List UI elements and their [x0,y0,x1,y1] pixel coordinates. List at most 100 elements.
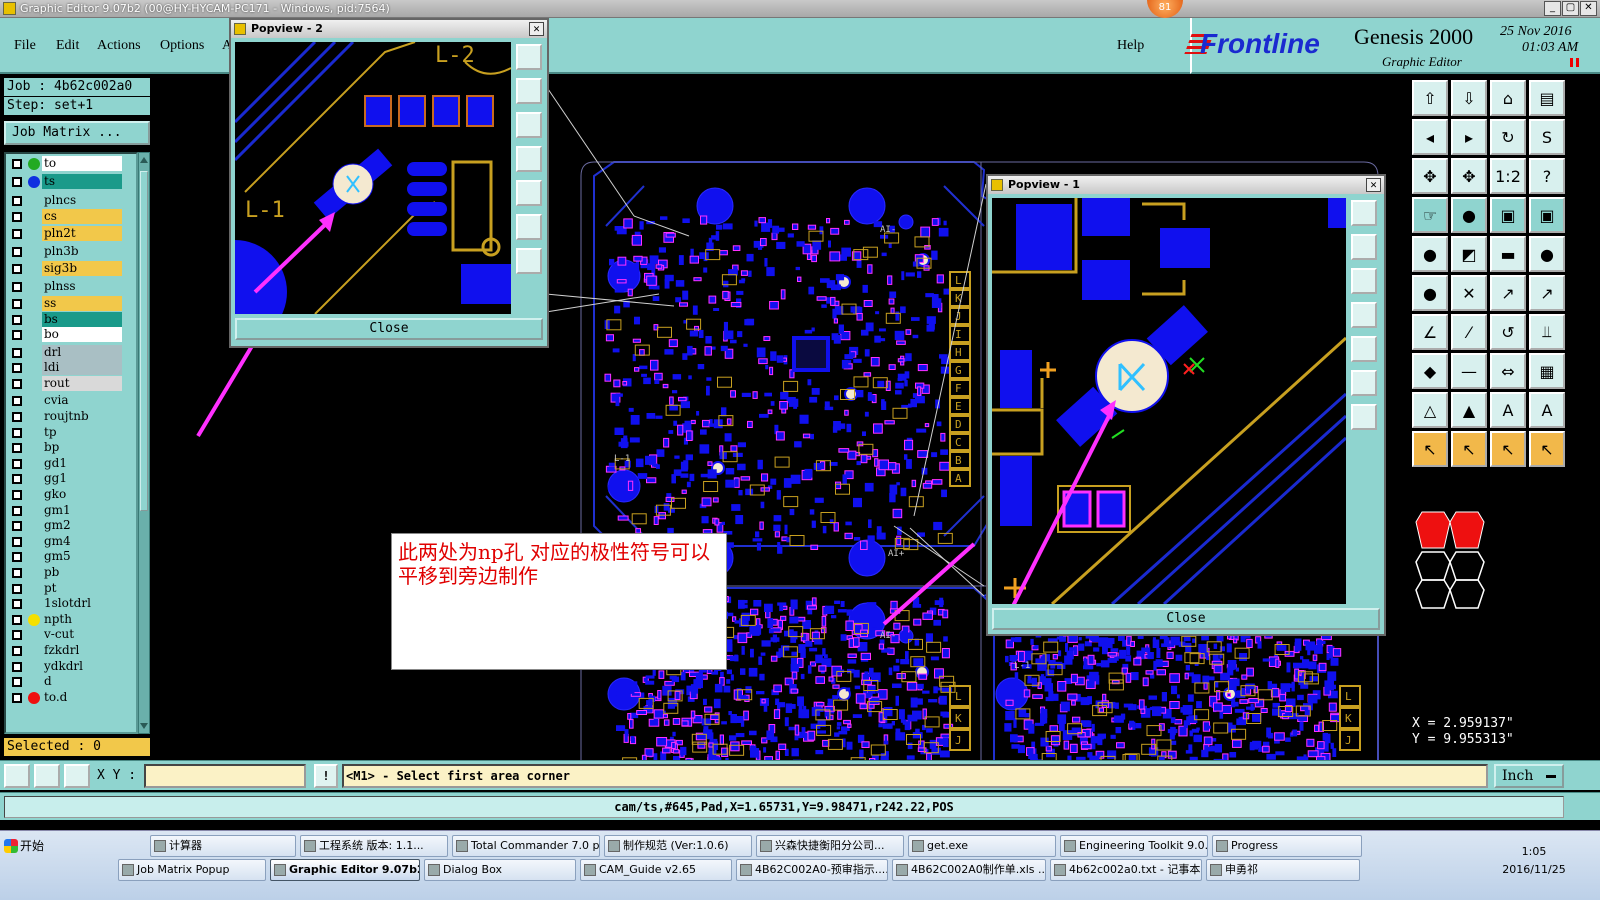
tool-triangle-1-icon[interactable]: △ [1412,392,1448,428]
layer-row-ldi[interactable]: ldi [8,360,136,376]
popview-1-tool-zoom-icon[interactable] [1351,200,1377,226]
popview-1-window[interactable]: Popview - 1 ✕ Close [986,174,1386,636]
layer-row-gm2[interactable]: gm2 [8,518,136,534]
tool-mirror-icon[interactable]: ⫫ [1529,314,1565,350]
layer-row-bo[interactable]: bo [8,327,136,343]
layer-row-pln2t[interactable]: pln2t [8,226,136,241]
taskbar-item[interactable]: 4B62C002A0-预审指示.... [736,859,888,881]
layer-row-npth[interactable]: npth [8,611,136,627]
menu-actions[interactable]: Actions [97,38,141,54]
tool-dot-select-icon[interactable]: ◆ [1412,353,1448,389]
layer-row-bp[interactable]: bp [8,440,136,456]
layer-row-roujtnb[interactable]: roujtnb [8,409,136,424]
layer-checkbox[interactable] [12,630,22,641]
layer-row-drl[interactable]: drl [8,344,136,360]
tool-pan-left-icon[interactable]: ◂ [1412,119,1448,155]
layer-row-bs[interactable]: bs [8,311,136,327]
popview-2-window[interactable]: Popview - 2 ✕ L-2 L-1 Close [229,18,549,348]
layer-row-tp[interactable]: tp [8,424,136,440]
layer-row-gko[interactable]: gko [8,487,136,502]
layer-checkbox[interactable] [12,443,22,454]
tool-angle-icon[interactable]: ∠ [1412,314,1448,350]
layer-checkbox[interactable] [12,176,22,187]
layer-checkbox[interactable] [12,159,22,169]
layer-checkbox[interactable] [12,490,22,500]
scroll-down-icon[interactable] [140,723,148,731]
taskbar-item[interactable]: Graphic Editor 9.07b2... [270,859,420,881]
layer-checkbox[interactable] [12,412,22,422]
layer-checkbox[interactable] [12,330,22,341]
layer-row-cs[interactable]: cs [8,208,136,224]
layer-row-cvia[interactable]: cvia [8,393,136,409]
popview-2-close-button[interactable]: Close [235,318,543,340]
layer-row-ydkdrl[interactable]: ydkdrl [8,658,136,674]
popview-1-close-button[interactable]: Close [992,608,1380,630]
popview-2-tool-fit-icon[interactable] [516,214,542,240]
popview-2-view[interactable]: L-2 L-1 [235,42,511,314]
layer-checkbox[interactable] [12,264,22,274]
popview-1-tool-up-icon[interactable] [1351,234,1377,260]
tool-node-edit-icon[interactable]: ● [1412,275,1448,311]
layer-checkbox[interactable] [12,646,22,656]
tool-pointer-icon[interactable]: ↖ [1412,431,1448,467]
layer-row-gm1[interactable]: gm1 [8,502,136,518]
interrupt-button[interactable]: ! [314,764,338,788]
tool-scale-icon[interactable]: 1:2 [1490,158,1526,194]
popview-2-tool-down-icon[interactable] [516,112,542,138]
popview-2-close-icon[interactable]: ✕ [529,22,544,36]
layer-list-scrollbar[interactable] [138,152,150,734]
tool-zoom-out-icon[interactable]: ⇩ [1451,80,1487,116]
taskbar-item[interactable]: 4B62C002A0制作单.xls ... [892,859,1046,881]
layer-row-gm5[interactable]: gm5 [8,549,136,565]
tool-arc-vertex-icon[interactable]: ↗ [1529,275,1565,311]
menu-options[interactable]: Options [160,38,204,54]
popview-2-tool-left-icon[interactable] [516,146,542,172]
layer-row-rout[interactable]: rout [8,375,136,391]
tool-snap-icon[interactable]: ☞ [1412,197,1448,233]
tool-triangle-2-icon[interactable]: ▲ [1451,392,1487,428]
layer-checkbox[interactable] [12,281,22,292]
layer-row-v-cut[interactable]: v-cut [8,627,136,643]
layer-row-to.d[interactable]: to.d [8,689,136,705]
tool-dash-icon[interactable]: — [1451,353,1487,389]
tool-home-icon[interactable]: ⌂ [1490,80,1526,116]
taskbar-item[interactable]: get.exe [908,835,1056,857]
badge-orb[interactable]: 81 [1147,0,1183,18]
tool-hole-icon[interactable]: ● [1529,236,1565,272]
layer-row-d[interactable]: d [8,674,136,690]
layer-checkbox[interactable] [12,661,22,672]
menu-help[interactable]: Help [1117,38,1144,54]
tool-center-icon[interactable]: ✥ [1451,158,1487,194]
layer-row-pln3b[interactable]: pln3b [8,243,136,259]
tool-select-line-icon[interactable]: ● [1451,197,1487,233]
taskbar-item[interactable]: Total Commander 7.0 p... [452,835,600,857]
layer-row-ts[interactable]: ts [8,173,136,189]
layer-checkbox[interactable] [12,568,22,578]
layer-checkbox[interactable] [12,583,22,594]
taskbar-item[interactable]: 4b62c002a0.txt - 记事本 [1050,859,1202,881]
tool-pan-right-icon[interactable]: ▸ [1451,119,1487,155]
tool-triangle-4-icon[interactable]: A [1529,392,1565,428]
layer-checkbox[interactable] [12,474,22,485]
taskbar-item[interactable]: Progress [1212,835,1362,857]
menu-file[interactable]: File [14,38,36,54]
measure-mode-icon[interactable] [34,764,60,788]
layer-checkbox[interactable] [12,521,22,532]
tray-clock[interactable]: 1:05 2016/11/25 [1494,843,1574,879]
taskbar-item[interactable]: 制作规范 (Ver:1.0.6) [604,835,752,857]
popview-1-tool-left-icon[interactable] [1351,302,1377,328]
scroll-up-icon[interactable] [140,155,148,163]
tool-measure-icon[interactable]: ⇔ [1490,353,1526,389]
taskbar-item[interactable]: 计算器 [150,835,296,857]
popview-1-close-icon[interactable]: ✕ [1366,178,1381,192]
popview-2-tool-right-icon[interactable] [516,180,542,206]
tool-pointer-circle-icon[interactable]: ↖ [1490,431,1526,467]
popview-1-view[interactable] [992,198,1346,604]
close-window-button[interactable]: ✕ [1580,1,1597,16]
layer-checkbox[interactable] [12,314,22,325]
tool-zoom-in-icon[interactable]: ⇧ [1412,80,1448,116]
layer-checkbox[interactable] [12,552,22,563]
taskbar-item[interactable]: Engineering Toolkit 9.0... [1060,835,1208,857]
popview-2-tool-zoom-icon[interactable] [516,44,542,70]
job-matrix-button[interactable]: Job Matrix ... [4,121,150,145]
